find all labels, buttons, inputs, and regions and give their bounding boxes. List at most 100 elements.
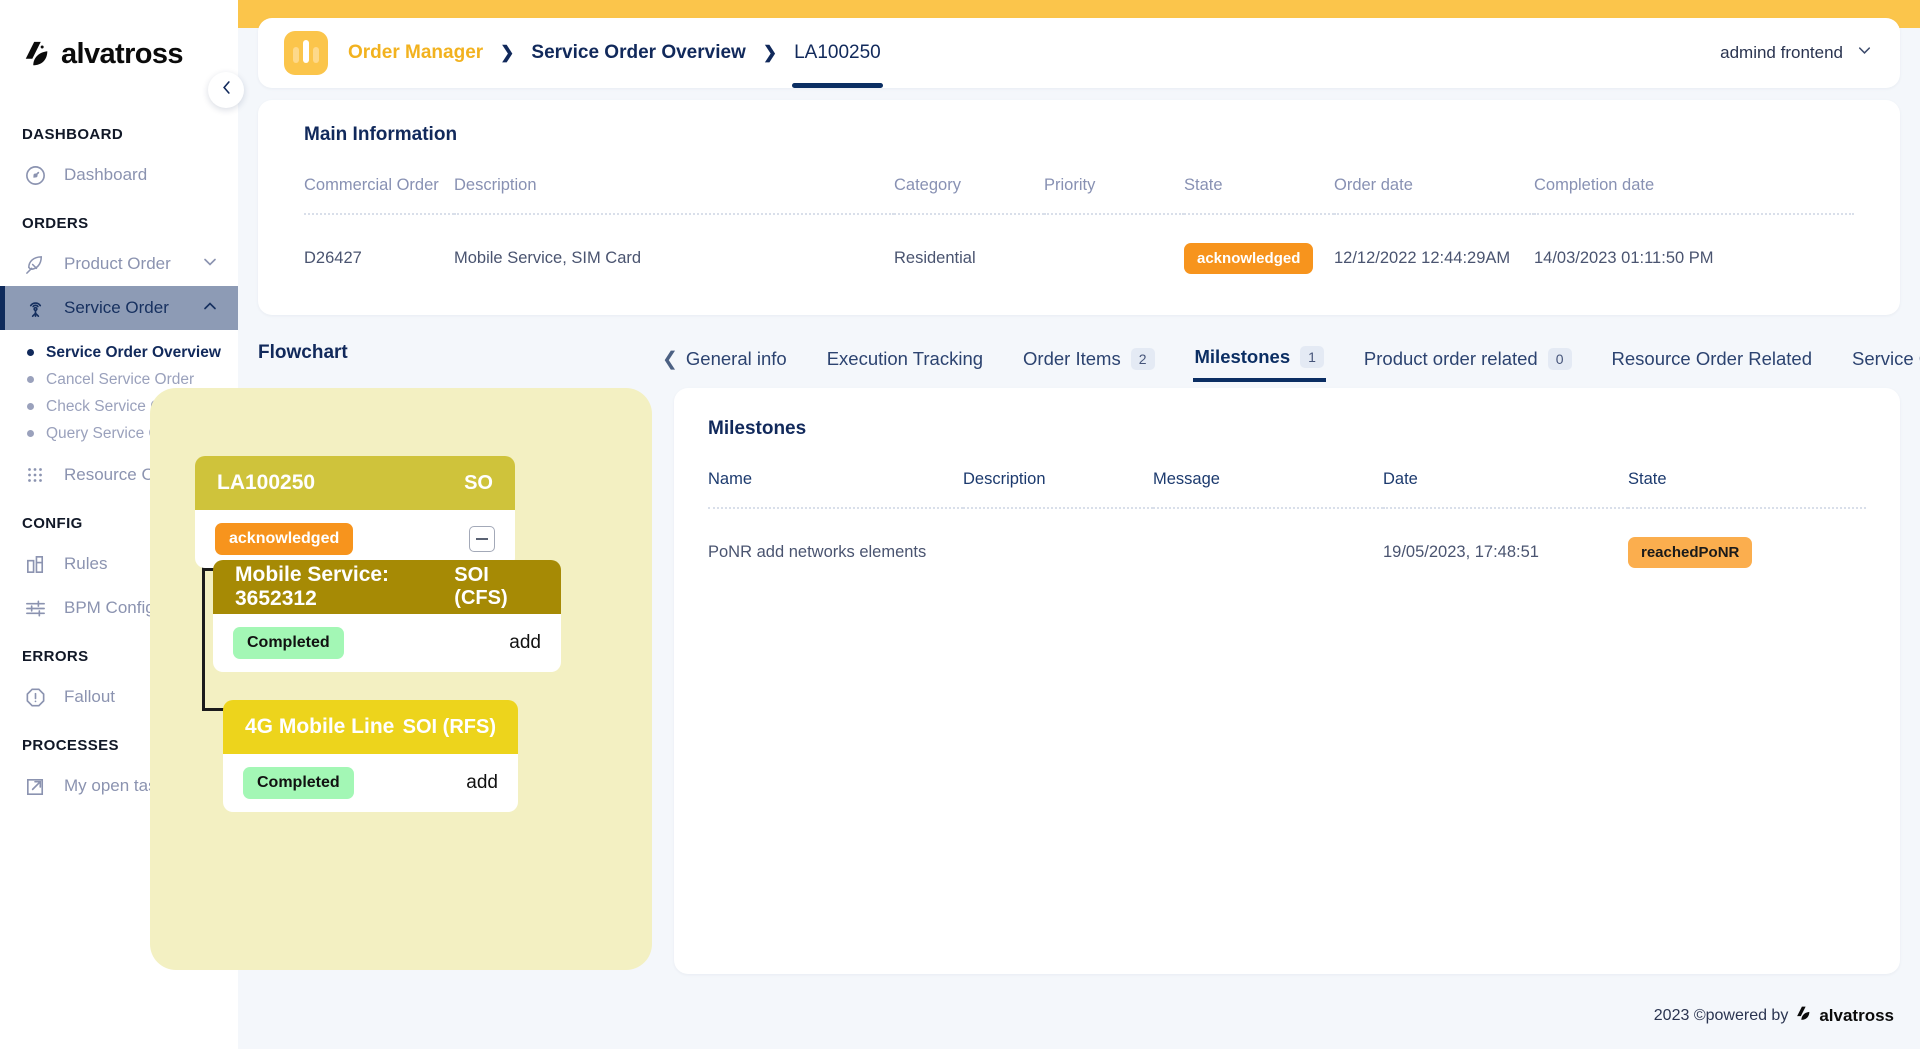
- minus-square-icon[interactable]: [469, 526, 495, 552]
- cell-message: [1153, 508, 1383, 568]
- flow-node-cfs[interactable]: Mobile Service: 3652312 SOI (CFS) Comple…: [213, 560, 561, 672]
- chevron-right-icon: ❯: [762, 43, 778, 62]
- sliders-icon: [22, 595, 48, 621]
- flow-node-body: Completed add: [223, 754, 518, 812]
- cell-state: reachedPoNR: [1628, 508, 1866, 568]
- tab-count-badge: 1: [1300, 345, 1324, 369]
- flowchart-panel: LA100250 SO acknowledged Mobile Service:…: [150, 388, 652, 970]
- detail-tabs: ❮ General info Execution Tracking Order …: [660, 336, 1920, 388]
- cell-order-date: 12/12/2022 12:44:29AM: [1334, 249, 1511, 267]
- cell-completion-date: 14/03/2023 01:11:50 PM: [1534, 249, 1714, 267]
- bullet-icon: [27, 349, 34, 356]
- bullet-icon: [27, 403, 34, 410]
- chevron-up-icon[interactable]: [200, 296, 222, 321]
- flow-node-status-badge: Completed: [233, 627, 344, 659]
- milestones-title: Milestones: [708, 418, 807, 439]
- brand: alvatross: [0, 0, 238, 80]
- column-description: Description: [454, 176, 537, 194]
- flow-node-title: 4G Mobile Line: [245, 715, 395, 738]
- tab-label: Resource Order Related: [1611, 348, 1813, 369]
- flow-node-title: LA100250: [217, 471, 316, 494]
- table-row[interactable]: D26427 Mobile Service, SIM Card Resident…: [304, 214, 1854, 274]
- tab-count-badge: 0: [1547, 347, 1572, 371]
- main-information-table: Commercial Order Description Category Pr…: [304, 176, 1854, 274]
- chevron-right-icon: ❯: [500, 43, 515, 62]
- table-header-row: Commercial Order Description Category Pr…: [304, 176, 1854, 214]
- flow-node-type: SOI (RFS): [402, 715, 496, 738]
- tab-service-order-related[interactable]: Service Order Rela: [1850, 336, 1920, 382]
- tab-product-order-related[interactable]: Product order related 0: [1362, 336, 1574, 382]
- footer-brand: alvatross: [1819, 1006, 1894, 1025]
- flow-node-add-button[interactable]: add: [466, 772, 498, 794]
- flow-node-header: LA100250 SO: [195, 456, 515, 510]
- tab-order-items[interactable]: Order Items 2: [1021, 336, 1156, 382]
- chevron-down-icon[interactable]: [200, 252, 222, 277]
- flow-node-root[interactable]: LA100250 SO acknowledged: [195, 456, 515, 568]
- column-date: Date: [1383, 470, 1418, 488]
- cell-date: 19/05/2023, 17:48:51: [1383, 543, 1539, 561]
- sidebar-item-service-order[interactable]: Service Order: [0, 286, 238, 330]
- footer: 2023 ©powered by alvatross: [1654, 1005, 1894, 1027]
- alvatross-logo-icon: [1795, 1005, 1812, 1027]
- tab-count-badge: 2: [1130, 347, 1155, 371]
- brand-name: alvatross: [61, 37, 184, 70]
- main-information-card: Main Information Commercial Order Descri…: [258, 100, 1900, 315]
- app-root: alvatross DASHBOARD Dashboard ORDERS Pro…: [0, 0, 1920, 1049]
- milestones-table: Name Description Message Date State PoNR…: [708, 470, 1866, 568]
- user-menu-label: admind frontend: [1720, 43, 1843, 62]
- order-manager-icon: [284, 31, 328, 75]
- bullet-icon: [27, 430, 34, 437]
- sidebar-item-label: Dashboard: [64, 165, 148, 184]
- sidebar-collapse-button[interactable]: [208, 72, 244, 108]
- flow-node-header: Mobile Service: 3652312 SOI (CFS): [213, 560, 561, 614]
- tab-label: General info: [685, 348, 787, 369]
- chevron-down-icon: [1855, 41, 1874, 65]
- column-completion-date: Completion date: [1534, 176, 1655, 194]
- cell-name: PoNR add networks elements: [708, 543, 927, 561]
- sidebar-item-label: Product Order: [64, 254, 171, 273]
- cell-priority: [1044, 214, 1184, 274]
- tab-label: Service Order Rela: [1852, 348, 1920, 369]
- cell-description: Mobile Service, SIM Card: [454, 249, 642, 267]
- top-header-bar: Order Manager ❯ Service Order Overview ❯…: [258, 18, 1900, 88]
- sidebar-section-dashboard: DASHBOARD: [22, 126, 124, 143]
- alert-octagon-icon: [22, 684, 48, 710]
- flow-node-type: SOI (CFS): [454, 564, 508, 609]
- rocket-icon: [22, 251, 48, 277]
- breadcrumb-item-service-order-overview[interactable]: Service Order Overview: [531, 42, 745, 64]
- user-menu[interactable]: admind frontend: [1720, 41, 1874, 65]
- chevron-left-icon: [217, 78, 236, 102]
- bullet-icon: [27, 376, 34, 383]
- main-information-title: Main Information: [304, 124, 458, 145]
- sidebar-subitem-service-order-overview[interactable]: Service Order Overview: [0, 339, 238, 366]
- flow-node-body: Completed add: [213, 614, 561, 672]
- tab-label: Order Items: [1023, 348, 1121, 369]
- flowchart-title: Flowchart: [258, 342, 348, 363]
- column-state: State: [1628, 470, 1667, 488]
- sidebar-subitem-label: Service Order Overview: [46, 343, 221, 361]
- tab-execution-tracking[interactable]: Execution Tracking: [825, 336, 985, 382]
- milestones-panel: Milestones Name Description Message Date…: [674, 388, 1900, 974]
- grid-dots-icon: [22, 462, 48, 488]
- flow-node-rfs[interactable]: 4G Mobile Line SOI (RFS) Completed add: [223, 700, 518, 812]
- tab-milestones[interactable]: Milestones 1: [1192, 336, 1326, 382]
- cell-commercial-order: D26427: [304, 249, 362, 267]
- footer-text: 2023 ©powered by: [1653, 1007, 1789, 1024]
- table-row[interactable]: PoNR add networks elements 19/05/2023, 1…: [708, 508, 1866, 568]
- sidebar-item-dashboard[interactable]: Dashboard: [0, 153, 238, 197]
- chevron-left-icon[interactable]: ❮: [662, 348, 678, 371]
- tab-general-info[interactable]: ❮ General info: [660, 336, 789, 382]
- breadcrumb-item-current[interactable]: LA100250: [792, 42, 883, 88]
- column-description: Description: [963, 470, 1046, 488]
- sidebar-item-product-order[interactable]: Product Order: [0, 242, 238, 286]
- cell-state: acknowledged: [1184, 214, 1334, 274]
- breadcrumb-item-order-manager[interactable]: Order Manager: [348, 42, 483, 64]
- column-order-date: Order date: [1334, 176, 1413, 194]
- column-message: Message: [1153, 470, 1220, 488]
- flow-node-type: SO: [464, 471, 493, 494]
- flow-node-add-button[interactable]: add: [509, 632, 541, 654]
- external-link-icon: [22, 773, 48, 799]
- table-header-row: Name Description Message Date State: [708, 470, 1866, 508]
- alvatross-logo-icon: [22, 39, 52, 69]
- tab-resource-order-related[interactable]: Resource Order Related: [1610, 336, 1815, 382]
